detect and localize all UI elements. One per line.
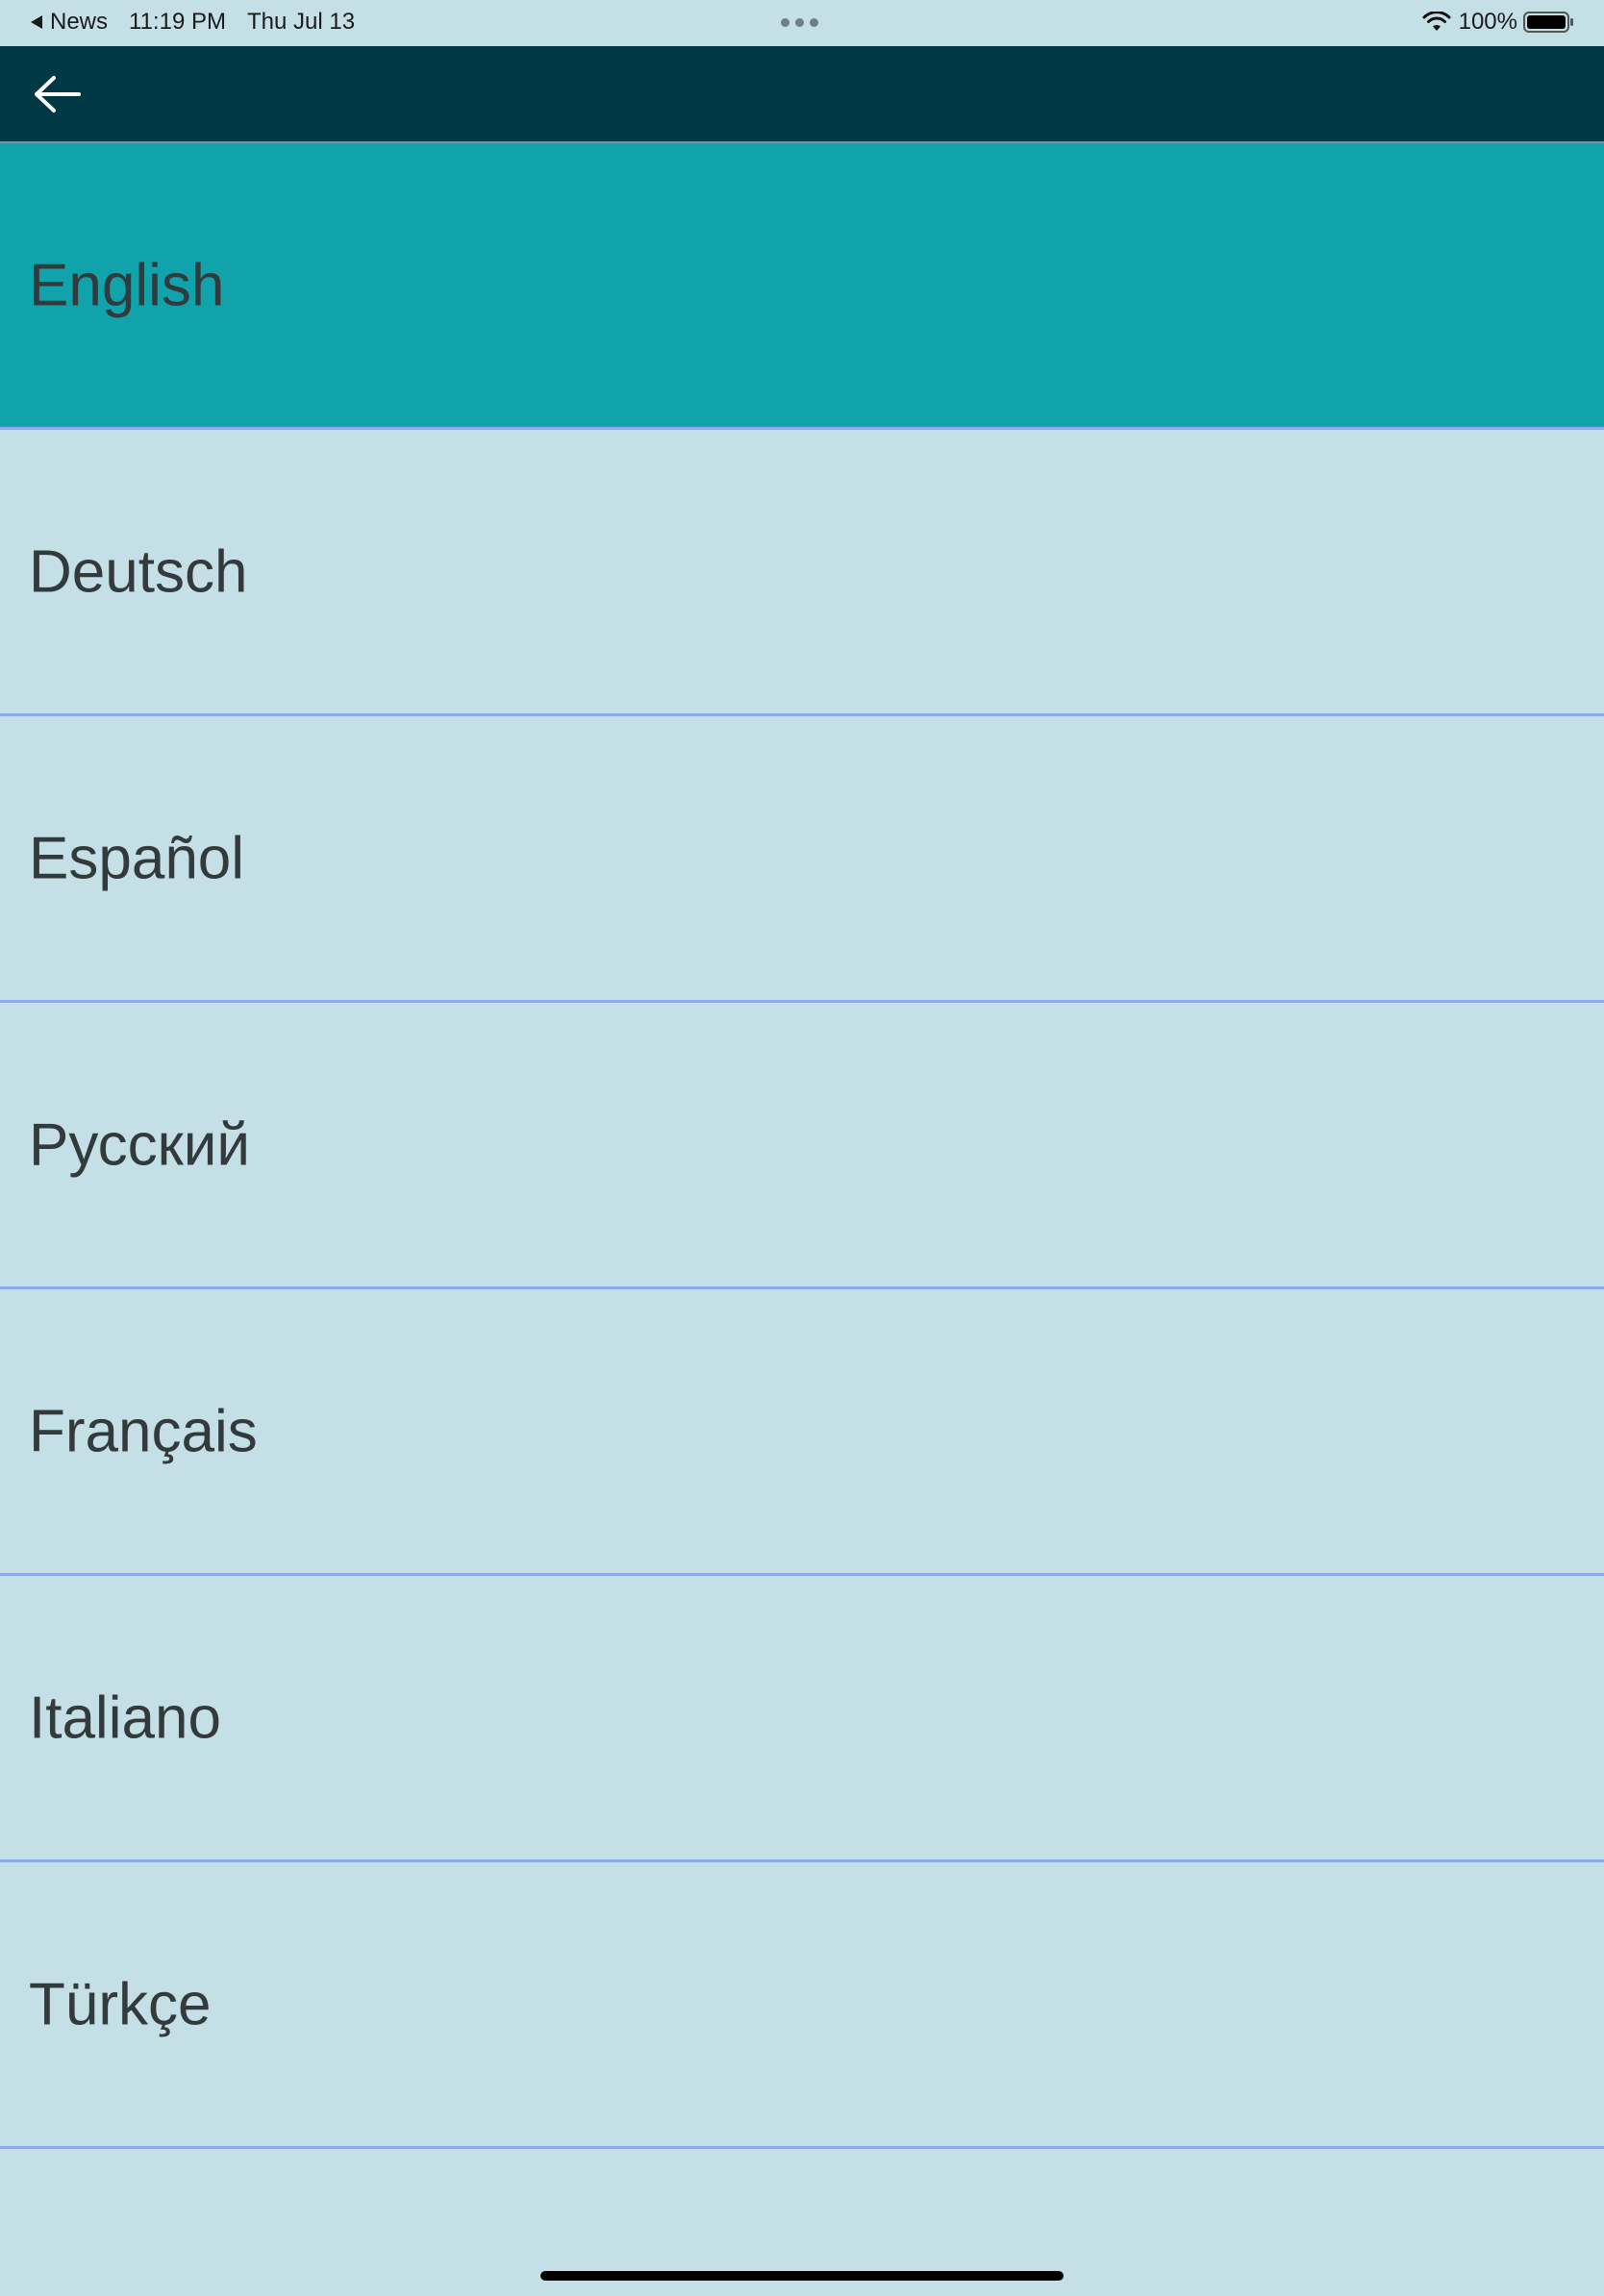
- language-item-francais[interactable]: Français: [0, 1289, 1604, 1576]
- language-label: Italiano: [29, 1685, 221, 1751]
- language-label: English: [29, 252, 225, 318]
- language-item-english[interactable]: English: [0, 143, 1604, 430]
- multitasking-dots-icon[interactable]: [781, 18, 818, 27]
- status-bar: News 11:19 PM Thu Jul 13 100%: [0, 0, 1604, 46]
- top-toolbar: [0, 46, 1604, 143]
- language-label: Türkçe: [29, 1971, 212, 2037]
- back-to-app-label[interactable]: News: [50, 9, 108, 36]
- language-label: Español: [29, 825, 245, 891]
- language-item-deutsch[interactable]: Deutsch: [0, 430, 1604, 716]
- language-label: Français: [29, 1398, 258, 1464]
- arrow-left-icon[interactable]: [23, 67, 90, 121]
- language-list: English Deutsch Español Русский Français…: [0, 143, 1604, 2149]
- language-label: Русский: [29, 1111, 251, 1178]
- battery-percent: 100%: [1458, 9, 1517, 35]
- language-item-russian[interactable]: Русский: [0, 1003, 1604, 1289]
- status-date: Thu Jul 13: [246, 9, 356, 35]
- language-label: Deutsch: [29, 538, 248, 605]
- language-item-turkce[interactable]: Türkçe: [0, 1862, 1604, 2149]
- status-left: News 11:19 PM Thu Jul 13: [31, 9, 355, 36]
- battery-icon: [1523, 12, 1573, 33]
- status-time: 11:19 PM: [129, 9, 226, 35]
- back-to-app-icon[interactable]: [31, 15, 42, 29]
- wifi-icon: [1422, 12, 1451, 31]
- home-indicator[interactable]: [540, 2271, 1064, 2281]
- app-screen: News 11:19 PM Thu Jul 13 100% English De…: [0, 0, 1604, 2296]
- status-right: 100%: [1422, 9, 1575, 36]
- language-item-espanol[interactable]: Español: [0, 716, 1604, 1003]
- language-item-italiano[interactable]: Italiano: [0, 1576, 1604, 1862]
